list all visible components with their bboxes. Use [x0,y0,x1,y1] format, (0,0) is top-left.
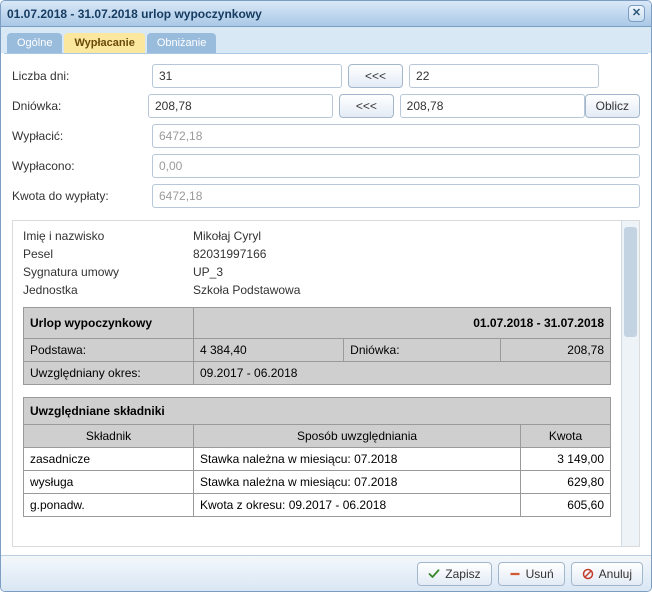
info-pesel-label: Pesel [23,245,193,263]
days-label: Liczba dni: [12,69,152,83]
days-transfer-button[interactable]: <<< [348,64,403,88]
tab-strip: Ogólne Wypłacanie Obniżanie [1,27,651,53]
tab-payout[interactable]: Wypłacanie [64,33,144,53]
calculate-button[interactable]: Oblicz [585,94,640,118]
info-contract-value: UP_3 [193,263,300,281]
col-component: Składnik [24,425,194,448]
summary-range-value: 09.2017 - 06.2018 [194,362,611,385]
summary-table: Urlop wypoczynkowy 01.07.2018 - 31.07.20… [23,307,611,385]
save-button[interactable]: Zapisz [417,562,491,586]
details-scroll[interactable]: Imię i nazwisko Pesel Sygnatura umowy Je… [13,221,621,546]
remaining-label: Kwota do wypłaty: [12,189,152,203]
info-name-value: Mikołaj Cyryl [193,227,300,245]
days-input[interactable] [152,64,342,88]
col-amount: Kwota [521,425,611,448]
scrollbar-thumb[interactable] [624,227,637,337]
cancel-icon [582,568,594,580]
days-alt-input[interactable] [409,64,599,88]
delete-label: Usuń [526,567,554,581]
transfer-icon: <<< [365,69,386,83]
components-title: Uwzględniane składniki [24,398,611,425]
col-method: Sposób uwzględniania [194,425,521,448]
close-button[interactable]: ✕ [628,5,645,22]
cancel-label: Anuluj [599,567,632,581]
comp-amount: 629,80 [521,471,611,494]
rate-transfer-button[interactable]: <<< [339,94,394,118]
info-unit-value: Szkoła Podstawowa [193,281,300,299]
table-row: wysługaStawka należna w miesiącu: 07.201… [24,471,611,494]
person-info: Imię i nazwisko Pesel Sygnatura umowy Je… [23,227,611,299]
delete-button[interactable]: Usuń [498,562,565,586]
remaining-input [152,184,640,208]
info-unit-label: Jednostka [23,281,193,299]
summary-title: Urlop wypoczynkowy [24,308,194,339]
summary-base-value: 4 384,40 [194,339,344,362]
table-row: g.ponadw.Kwota z okresu: 09.2017 - 06.20… [24,494,611,517]
info-name-label: Imię i nazwisko [23,227,193,245]
tab-general-label: Ogólne [17,37,52,49]
info-contract-label: Sygnatura umowy [23,263,193,281]
comp-name: zasadnicze [24,448,194,471]
to-pay-label: Wypłacić: [12,129,152,143]
paid-label: Wypłacono: [12,159,152,173]
summary-base-label: Podstawa: [24,339,194,362]
comp-method: Kwota z okresu: 09.2017 - 06.2018 [194,494,521,517]
content-area: Liczba dni: <<< Dniówka: <<< Oblicz Wypł… [4,53,648,555]
cancel-button[interactable]: Anuluj [571,562,643,586]
rate-label: Dniówka: [12,99,148,113]
info-pesel-value: 82031997166 [193,245,300,263]
calculate-label: Oblicz [596,99,629,113]
rate-input[interactable] [148,94,333,118]
tab-general[interactable]: Ogólne [7,33,62,53]
components-table: Uwzględniane składniki Składnik Sposób u… [23,397,611,517]
comp-name: g.ponadw. [24,494,194,517]
check-icon [428,568,440,580]
close-icon: ✕ [632,8,641,19]
comp-method: Stawka należna w miesiącu: 07.2018 [194,448,521,471]
comp-amount: 605,60 [521,494,611,517]
window-title: 01.07.2018 - 31.07.2018 urlop wypoczynko… [7,7,262,21]
table-row: zasadniczeStawka należna w miesiącu: 07.… [24,448,611,471]
details-panel: Imię i nazwisko Pesel Sygnatura umowy Je… [12,220,640,547]
summary-rate-value: 208,78 [501,339,611,362]
transfer-icon: <<< [356,99,377,113]
to-pay-input [152,124,640,148]
summary-rate-label: Dniówka: [344,339,501,362]
summary-period: 01.07.2018 - 31.07.2018 [194,308,611,339]
comp-method: Stawka należna w miesiącu: 07.2018 [194,471,521,494]
titlebar: 01.07.2018 - 31.07.2018 urlop wypoczynko… [1,1,651,27]
vertical-scrollbar[interactable] [621,221,639,546]
minus-icon [509,568,521,580]
tab-lowering-label: Obniżanie [157,37,207,49]
dialog-window: 01.07.2018 - 31.07.2018 urlop wypoczynko… [0,0,652,592]
paid-input [152,154,640,178]
comp-name: wysługa [24,471,194,494]
rate-alt-input[interactable] [400,94,585,118]
tab-lowering[interactable]: Obniżanie [147,33,217,53]
tab-payout-label: Wypłacanie [74,37,134,49]
comp-amount: 3 149,00 [521,448,611,471]
button-bar: Zapisz Usuń Anuluj [1,555,651,591]
summary-range-label: Uwzględniany okres: [24,362,194,385]
save-label: Zapisz [445,567,480,581]
